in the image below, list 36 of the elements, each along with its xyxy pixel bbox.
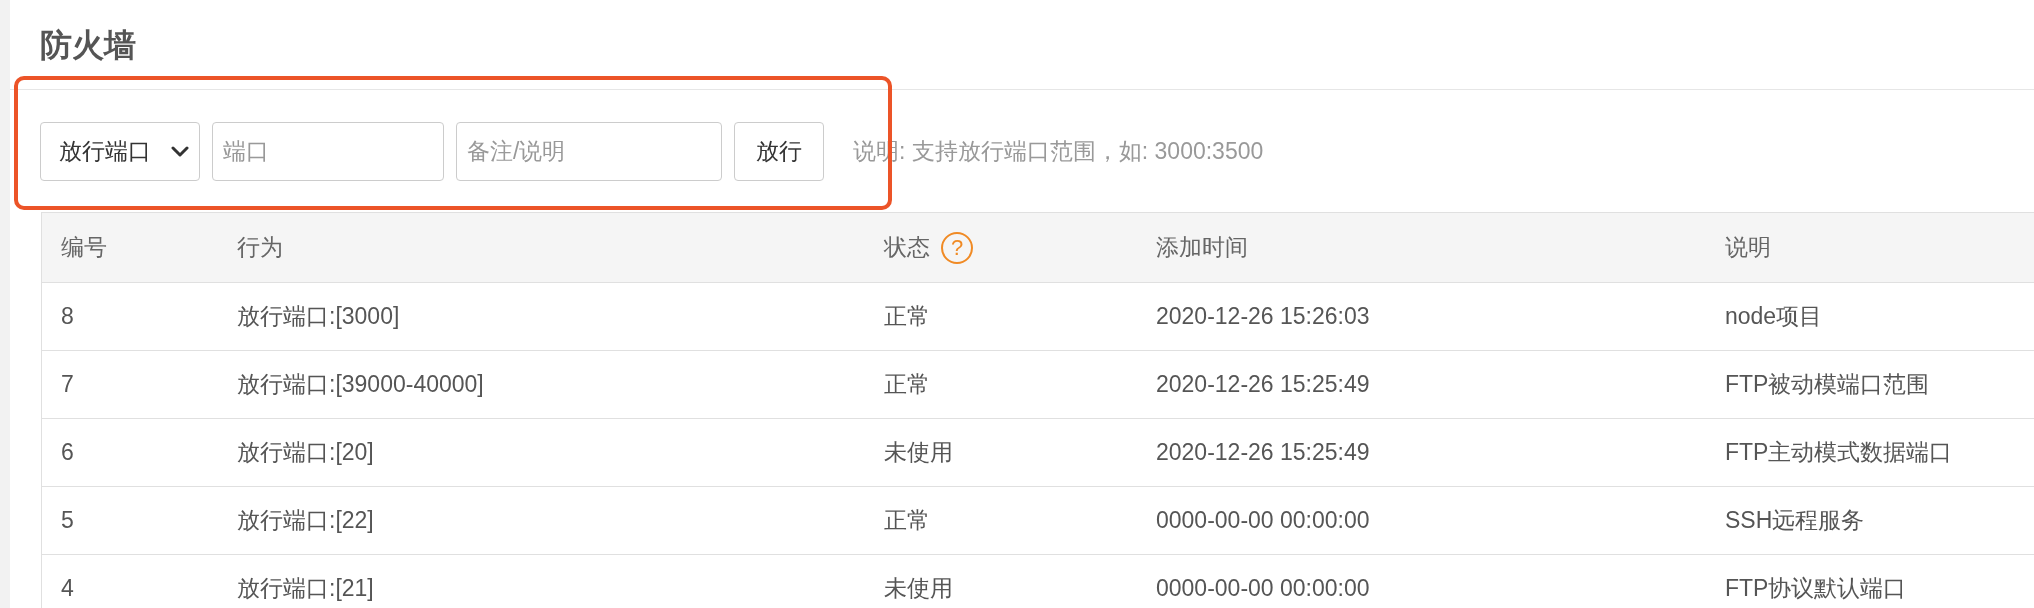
column-header: 添加时间 (1156, 233, 1248, 263)
table-cell-text: FTP主动模式数据端口 (1725, 438, 1953, 468)
table-cell-text: 0000-00-00 00:00:00 (1156, 506, 1370, 536)
table-cell-text: 放行端口:[3000] (237, 302, 400, 332)
table-cell-text: 8 (61, 302, 74, 332)
table-cell-text: 2020-12-26 15:26:03 (1156, 302, 1370, 332)
table-cell-text: FTP被动模端口范围 (1725, 370, 1930, 400)
table-cell-text: 放行端口:[21] (237, 574, 374, 604)
table-cell-text: 0000-00-00 00:00:00 (1156, 574, 1370, 604)
table-cell-text: 6 (61, 438, 74, 468)
table-cell-text: 正常 (884, 302, 930, 332)
action-select[interactable]: 放行端口 (40, 121, 200, 181)
table-cell-text: 放行端口:[20] (237, 438, 374, 468)
allow-button[interactable]: 放行 (734, 121, 824, 181)
table-cell-text: 2020-12-26 15:25:49 (1156, 438, 1370, 468)
column-header: 说明 (1725, 233, 1771, 263)
table-cell-text: 7 (61, 370, 74, 400)
table-cell-text: 2020-12-26 15:25:49 (1156, 370, 1370, 400)
table-cell-text: SSH远程服务 (1725, 506, 1865, 536)
note-input[interactable]: 备注/说明 (456, 121, 722, 181)
table-cell-text: 4 (61, 574, 74, 604)
column-header: 编号 (61, 233, 107, 263)
table-cell-text: 正常 (884, 506, 930, 536)
column-header: 行为 (237, 233, 283, 263)
table-cell-text: FTP协议默认端口 (1725, 574, 1907, 604)
table-cell-text: 未使用 (884, 438, 953, 468)
table-cell-text: 未使用 (884, 574, 953, 604)
table-cell-text: 放行端口:[39000-40000] (237, 370, 484, 400)
table-cell-text: node项目 (1725, 302, 1823, 332)
column-header: 状态 (884, 233, 930, 263)
table-cell-text: 正常 (884, 370, 930, 400)
table-cell-text: 放行端口:[22] (237, 506, 374, 536)
page-title: 防火墙 (40, 28, 136, 61)
port-input[interactable]: 端口 (212, 121, 444, 181)
chevron-down-icon (171, 145, 189, 157)
table-cell-text: 5 (61, 506, 74, 536)
